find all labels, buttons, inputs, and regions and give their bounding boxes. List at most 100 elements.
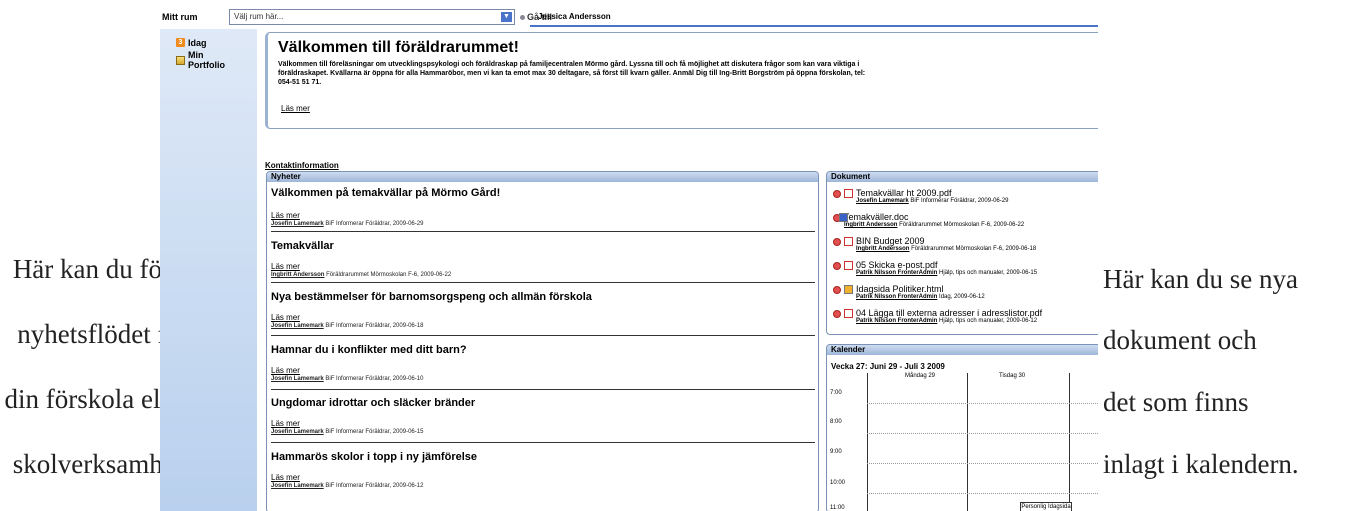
document-name[interactable]: Temakvällar ht 2009.pdf	[856, 188, 1008, 198]
pdf-file-icon	[844, 309, 853, 318]
news-author-link[interactable]: Josefin Lamemark	[271, 221, 324, 227]
news-read-more-link[interactable]: Läs mer	[271, 419, 815, 428]
sidebar: 3 Idag Min Portfolio	[160, 29, 257, 511]
news-meta: Josefin Lamemark BiF Informerar Föräldra…	[271, 429, 815, 435]
document-status-icon	[833, 190, 841, 198]
calendar-time-label: 9:00	[830, 449, 842, 455]
news-read-more-link[interactable]: Läs mer	[271, 313, 815, 322]
news-divider	[271, 335, 815, 336]
document-author-link[interactable]: Patrik Nilsson FronterAdmin	[856, 294, 937, 300]
sidebar-item-portfolio[interactable]: Min Portfolio	[176, 50, 246, 70]
news-item: Hamnar du i konflikter med ditt barn? Lä…	[271, 344, 815, 382]
news-meta: Ingbritt Andersson Föräldrarummet Mörmos…	[271, 272, 815, 278]
news-title[interactable]: Ungdomar idrottar och släcker bränder	[271, 397, 815, 409]
news-meta-text: BiF Informerar Föräldrar, 2009-06-15	[323, 429, 424, 435]
calendar-time-label: 11:00	[830, 505, 845, 511]
documents-panel: Dokument Temakvällar ht 2009.pdf Josefin…	[826, 171, 1098, 335]
news-read-more-link[interactable]: Läs mer	[271, 366, 815, 375]
document-item[interactable]: Idagsida Politiker.html Patrik Nilsson F…	[833, 284, 985, 301]
news-author-link[interactable]: Josefin Lamemark	[271, 483, 324, 489]
calendar-time-label: 10:00	[830, 480, 846, 486]
document-name[interactable]: 04 Lägga till externa adresser i adressl…	[856, 308, 1042, 318]
document-item[interactable]: 05 Skicka e-post.pdf Patrik Nilsson Fron…	[833, 260, 1037, 277]
document-item[interactable]: Temakväller.doc Ingbritt Andersson Föräl…	[833, 212, 1024, 229]
news-title[interactable]: Temakvällar	[271, 240, 815, 252]
document-name[interactable]: Idagsida Politiker.html	[856, 284, 985, 294]
news-item: Nya bestämmelser för barnomsorgspeng och…	[271, 291, 815, 329]
calendar-day-header[interactable]: Tisdag 30	[999, 373, 1025, 379]
pdf-file-icon	[844, 261, 853, 270]
document-author-link[interactable]: Patrik Nilsson FronterAdmin	[856, 270, 937, 276]
document-author-link[interactable]: Patrik Nilsson FronterAdmin	[856, 318, 937, 324]
room-select-value: Välj rum här...	[234, 12, 284, 21]
calendar-today-icon: 3	[176, 38, 185, 47]
portfolio-icon	[176, 56, 185, 65]
room-select[interactable]: Välj rum här... ▼	[229, 9, 515, 25]
top-bar: Mitt rum Välj rum här... ▼ Gå till Jessi…	[160, 7, 1098, 27]
news-author-link[interactable]: Ingbritt Andersson	[271, 272, 324, 278]
news-title[interactable]: Hamnar du i konflikter med ditt barn?	[271, 344, 815, 356]
news-title[interactable]: Nya bestämmelser för barnomsorgspeng och…	[271, 291, 815, 303]
calendar-column-divider	[867, 373, 868, 511]
document-meta: Patrik Nilsson FronterAdmin Hjälp, tips …	[856, 270, 1037, 277]
news-meta-text: BiF Informerar Föräldrar, 2009-06-29	[323, 221, 424, 227]
document-meta: Patrik Nilsson FronterAdmin Idag, 2009-0…	[856, 294, 985, 301]
document-meta: Ingbritt Andersson Föräldrarummet Mörmos…	[844, 222, 1024, 229]
news-author-link[interactable]: Josefin Lamemark	[271, 323, 324, 329]
news-divider	[271, 389, 815, 390]
html-file-icon	[844, 285, 853, 294]
document-name[interactable]: Temakväller.doc	[844, 212, 1024, 222]
document-meta-text: BiF Informerar Föräldrar, 2009-06-29	[908, 198, 1009, 204]
news-meta: Josefin Lamemark BiF Informerar Föräldra…	[271, 483, 815, 489]
calendar-panel: Kalender Vecka 27: Juni 29 - Juli 3 2009…	[826, 344, 1098, 511]
calendar-hour-line	[867, 463, 1098, 465]
calendar-event[interactable]: Personlig Idagsida	[1020, 502, 1072, 511]
calendar-hour-line	[867, 433, 1098, 435]
document-status-icon	[833, 286, 841, 294]
document-item[interactable]: 04 Lägga till externa adresser i adressl…	[833, 308, 1042, 325]
caption-right-line-3: det som finns	[1103, 387, 1249, 417]
document-meta: Ingbritt Andersson Föräldrarummet Mörmos…	[856, 246, 1036, 253]
news-meta: Josefin Lamemark BiF Informerar Föräldra…	[271, 323, 815, 329]
document-meta-text: Idag, 2009-06-12	[937, 294, 985, 300]
news-read-more-link[interactable]: Läs mer	[271, 473, 815, 482]
document-author-link[interactable]: Ingbritt Andersson	[844, 222, 897, 228]
news-meta-text: BiF Informerar Föräldrar, 2009-06-12	[323, 483, 424, 489]
news-title[interactable]: Hammarös skolor i topp i ny jämförelse	[271, 451, 815, 463]
calendar-hour-line	[867, 403, 1098, 405]
welcome-read-more-link[interactable]: Läs mer	[281, 104, 310, 113]
contact-info-link[interactable]: Kontaktinformation	[265, 161, 339, 170]
documents-panel-header: Dokument	[827, 172, 1098, 182]
pdf-file-icon	[844, 189, 853, 198]
calendar-column-divider	[967, 373, 968, 511]
pdf-file-icon	[844, 237, 853, 246]
sidebar-item-today[interactable]: 3 Idag	[176, 38, 207, 48]
news-meta: Josefin Lamemark BiF Informerar Föräldra…	[271, 221, 815, 227]
news-meta-text: BiF Informerar Föräldrar, 2009-06-18	[323, 323, 424, 329]
calendar-time-label: 7:00	[830, 390, 842, 396]
news-author-link[interactable]: Josefin Lamemark	[271, 376, 324, 382]
document-author-link[interactable]: Ingbritt Andersson	[856, 246, 909, 252]
caption-right-line-2: dokument och	[1103, 325, 1257, 355]
news-read-more-link[interactable]: Läs mer	[271, 262, 815, 271]
welcome-box: Välkommen till föräldrarummet! Välkommen…	[265, 32, 1098, 129]
user-name: Jessica Andersson	[538, 12, 611, 21]
chevron-down-icon[interactable]: ▼	[501, 12, 512, 22]
news-meta-text: BiF Informerar Föräldrar, 2009-06-10	[323, 376, 424, 382]
sidebar-item-label: Idag	[188, 38, 207, 48]
document-author-link[interactable]: Josefin Lamemark	[856, 198, 909, 204]
news-author-link[interactable]: Josefin Lamemark	[271, 429, 324, 435]
document-name[interactable]: BIN Budget 2009	[856, 236, 1036, 246]
document-meta: Josefin Lamemark BiF Informerar Föräldra…	[856, 198, 1008, 205]
caption-right-line-1: Här kan du se nya	[1103, 264, 1298, 294]
calendar-day-header[interactable]: Måndag 29	[905, 373, 935, 379]
document-meta-text: Hjälp, tips och manualer, 2009-06-12	[937, 318, 1038, 324]
news-meta-text: Föräldrarummet Mörmoskolan F-6, 2009-06-…	[324, 272, 452, 278]
news-panel: Nyheter Välkommen på temakvällar på Mörm…	[266, 171, 819, 511]
document-name[interactable]: 05 Skicka e-post.pdf	[856, 260, 1037, 270]
news-title[interactable]: Välkommen på temakvällar på Mörmo Gård!	[271, 187, 815, 199]
news-read-more-link[interactable]: Läs mer	[271, 211, 815, 220]
document-item[interactable]: BIN Budget 2009 Ingbritt Andersson Föräl…	[833, 236, 1036, 253]
document-item[interactable]: Temakvällar ht 2009.pdf Josefin Lamemark…	[833, 188, 1008, 205]
calendar-column-divider	[1069, 373, 1070, 511]
